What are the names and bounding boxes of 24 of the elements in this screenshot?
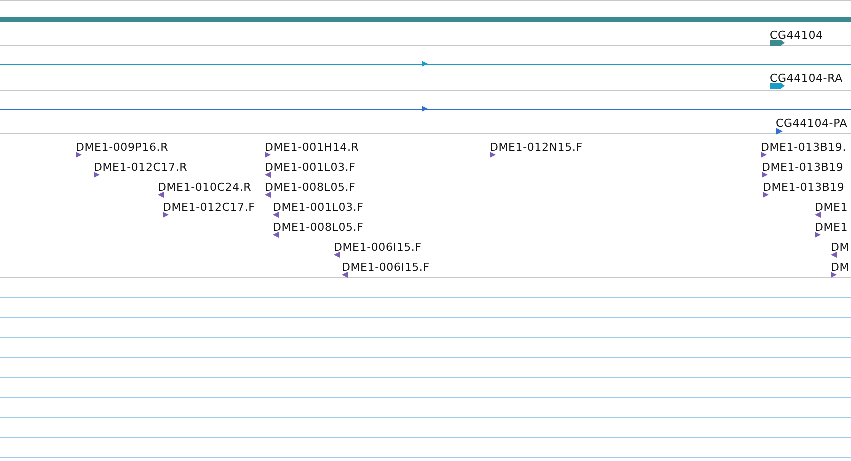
gene-label: CG44104-PA [776, 117, 848, 130]
feature-label: DME1-013B19. [761, 141, 847, 154]
feature-label: DME1-013B19 [763, 181, 845, 194]
feature-label: DME1-010C24.R [158, 181, 252, 194]
feature-label: DME1-012N15.F [490, 141, 583, 154]
feature-label: DME1 [815, 201, 848, 214]
feature-label: DME1-008L05.F [265, 181, 356, 194]
direction-arrow-icon [422, 106, 428, 112]
feature-label: DME1-001H14.R [265, 141, 360, 154]
feature-label: DME1-012C17.F [163, 201, 256, 214]
feature-label: DME1-001L03.F [265, 161, 356, 174]
feature-label: DME1 [815, 221, 848, 234]
feature-label: DME1-006I15.F [342, 261, 430, 274]
direction-arrow-icon [422, 61, 428, 67]
feature-label: DME1-001L03.F [273, 201, 364, 214]
feature-label: DME1-008L05.F [273, 221, 364, 234]
feature-label: DME1-006I15.F [334, 241, 422, 254]
gene-label: CG44104-RA [770, 72, 843, 85]
feature-label: DM [831, 261, 850, 274]
gene-label: CG44104 [770, 29, 824, 42]
feature-label: DME1-013B19 [762, 161, 844, 174]
feature-label: DME1-009P16.R [76, 141, 169, 154]
feature-label: DM [831, 241, 850, 254]
feature-label: DME1-012C17.R [94, 161, 188, 174]
